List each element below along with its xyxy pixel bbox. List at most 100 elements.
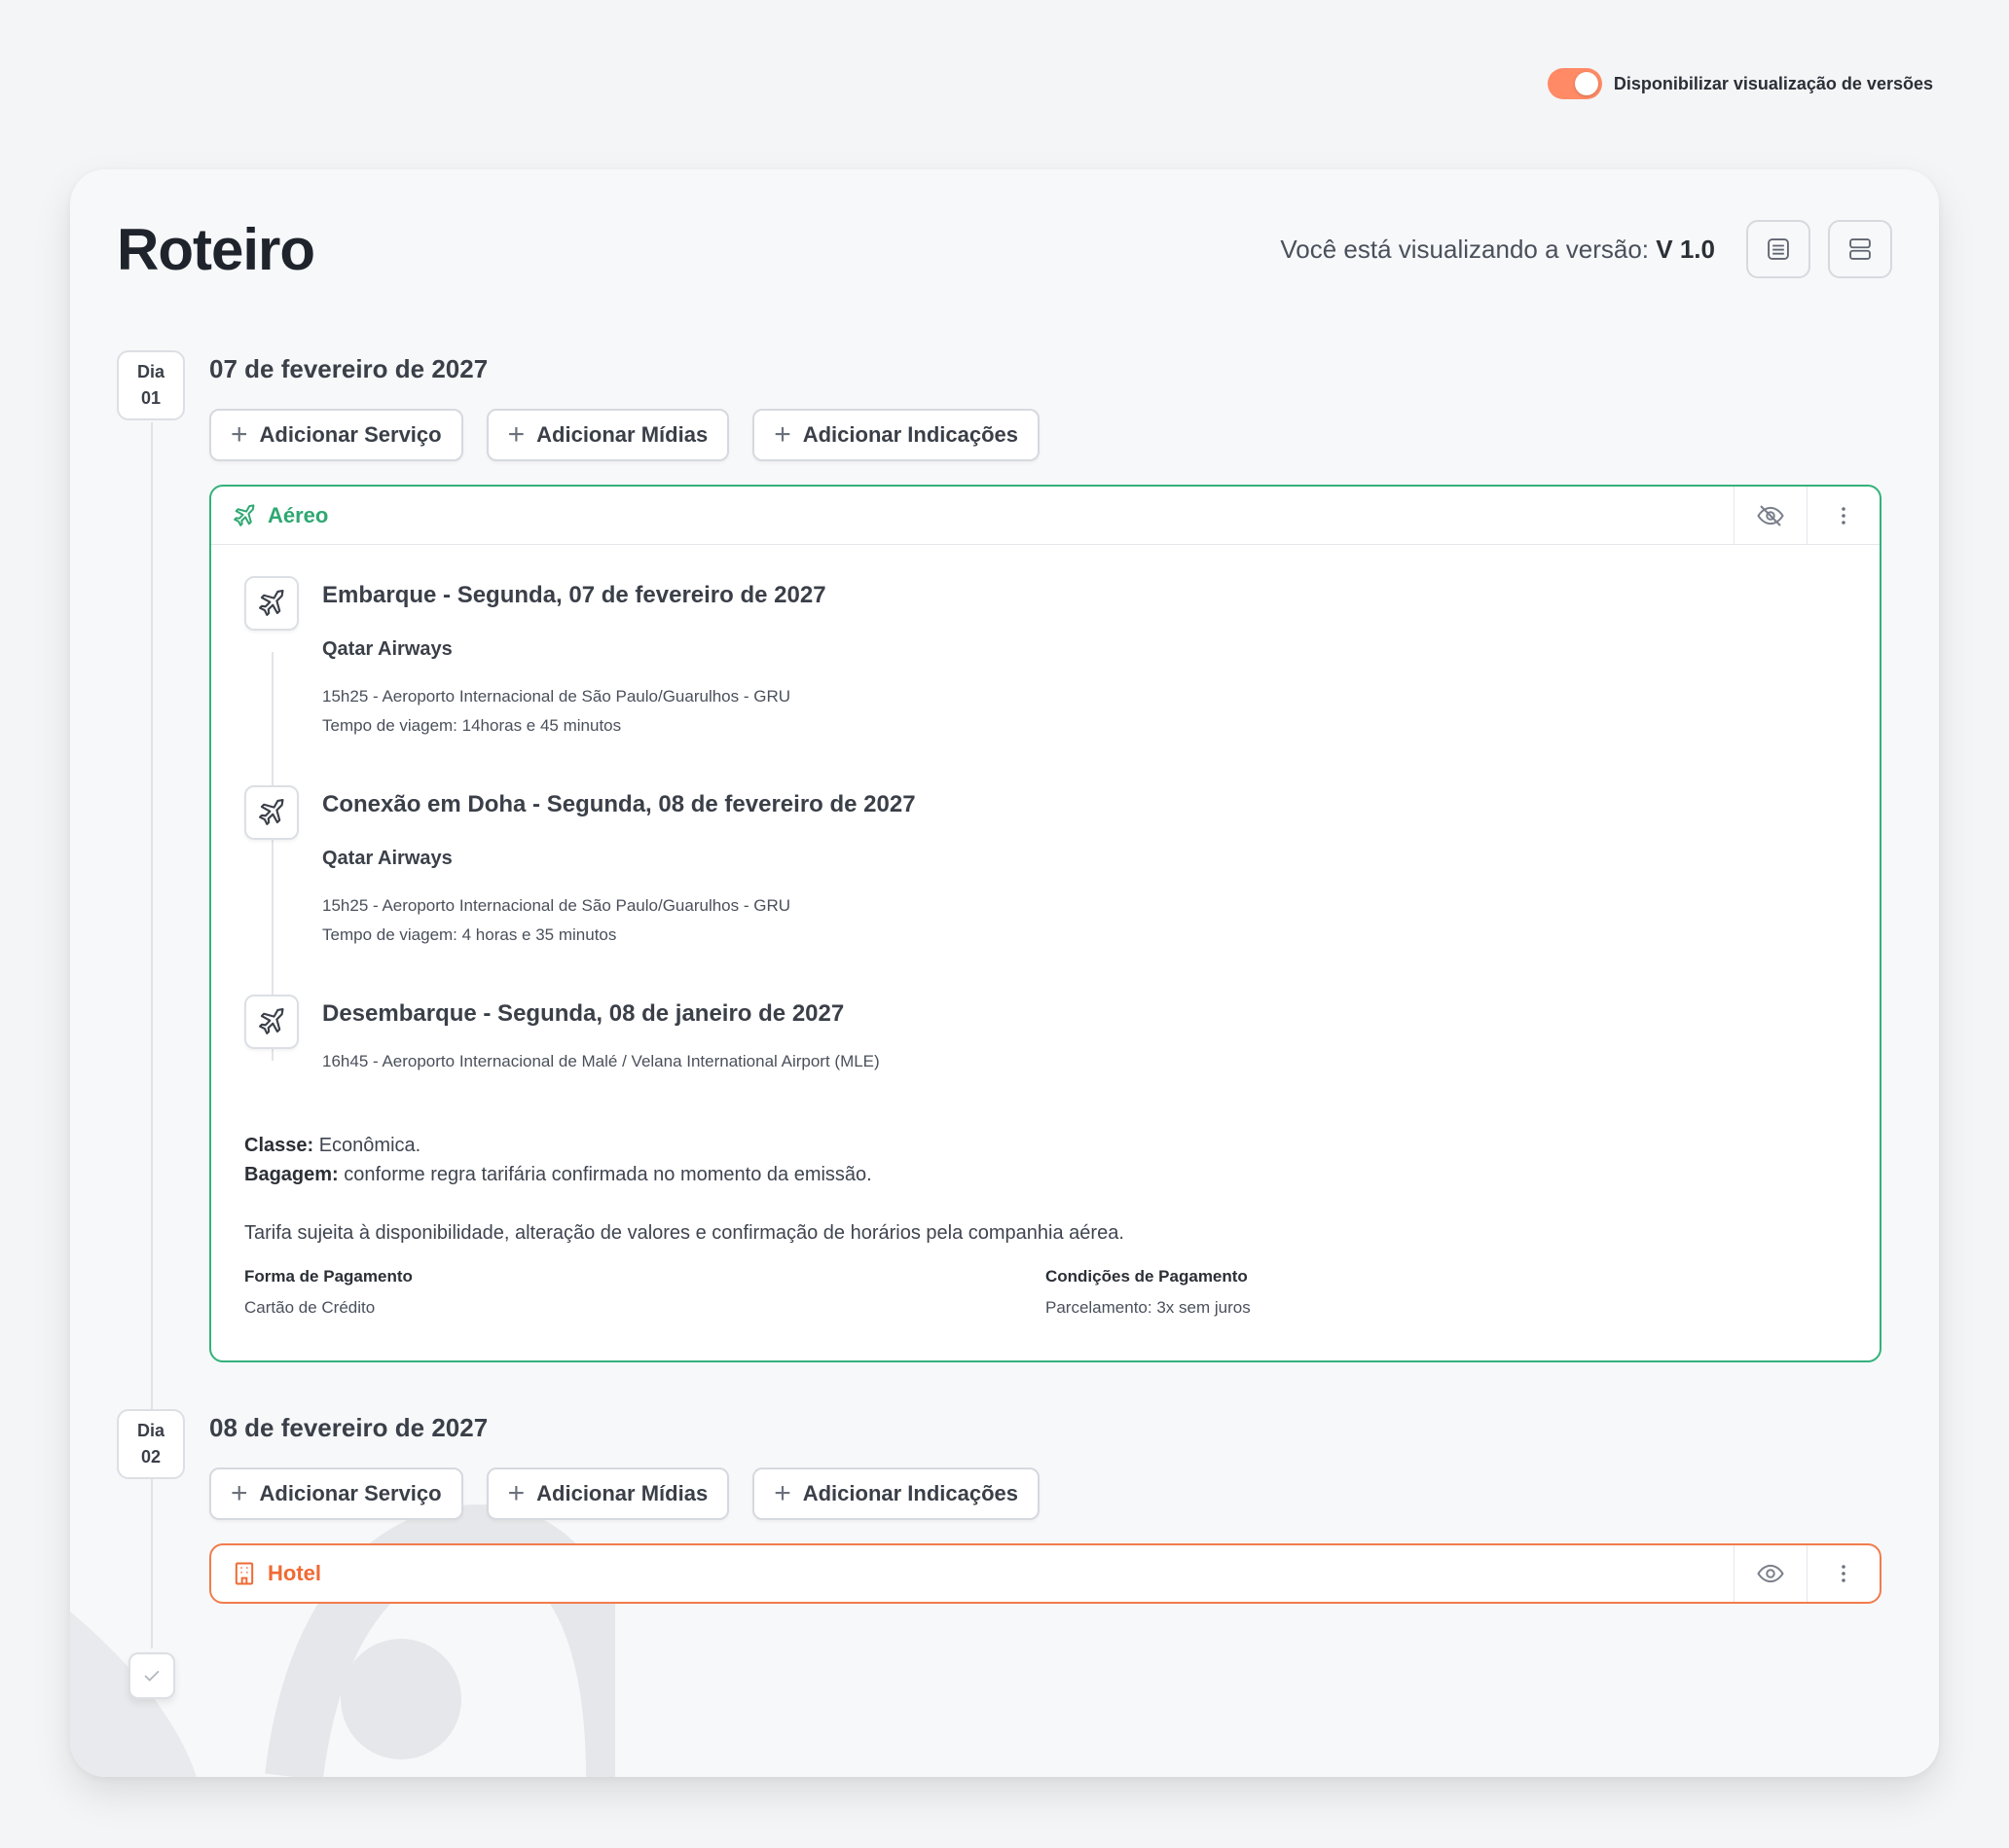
plus-icon: + (507, 418, 526, 451)
airplane-icon (259, 590, 284, 616)
segment-details: 16h45 - Aeroporto Internacional de Malé … (322, 1047, 880, 1076)
show-service-button[interactable] (1734, 1545, 1807, 1602)
day-number: 01 (140, 388, 162, 408)
flight-segments: Embarque - Segunda, 07 de fevereiro de 2… (211, 545, 1880, 1076)
plus-icon: + (507, 1477, 526, 1509)
list-view-button[interactable] (1746, 220, 1810, 278)
day-date: 07 de fevereiro de 2027 (209, 354, 489, 383)
segment-icon-box (244, 995, 299, 1049)
more-vertical-icon (1842, 1565, 1845, 1582)
timeline-end-check-button[interactable] (128, 1652, 175, 1699)
stacked-view-button[interactable] (1828, 220, 1892, 278)
service-header: Aéreo (211, 487, 1880, 545)
check-icon (144, 1670, 160, 1682)
add-indications-label: Adicionar Indicações (802, 1481, 1019, 1505)
flight-notes: Classe: Econômica. Bagagem: conforme reg… (211, 1131, 1880, 1248)
hide-service-button[interactable] (1734, 487, 1807, 544)
add-media-button[interactable]: + Adicionar Mídias (486, 1468, 730, 1520)
flight-segment: Embarque - Segunda, 07 de fevereiro de 2… (244, 576, 1846, 741)
add-service-label: Adicionar Serviço (259, 422, 442, 447)
day-badge: Dia 01 (117, 350, 185, 420)
building-icon (235, 1562, 254, 1585)
class-info: Classe: Econômica. (244, 1131, 1846, 1160)
service-title[interactable]: Aéreo (211, 502, 1734, 529)
fare-note: Tarifa sujeita à disponibilidade, altera… (244, 1222, 1124, 1244)
flight-segment: Conexão em Doha - Segunda, 08 de feverei… (244, 785, 1846, 950)
flight-segment: Desembarque - Segunda, 08 de janeiro de … (244, 995, 1846, 1076)
segment-details: 15h25 - Aeroporto Internacional de São P… (322, 891, 916, 950)
service-header: Hotel (211, 1545, 1880, 1602)
segment-arrival: 16h45 - Aeroporto Internacional de Malé … (322, 1052, 880, 1070)
day-label: Dia (136, 1421, 164, 1440)
airplane-icon (259, 1008, 284, 1034)
add-media-button[interactable]: + Adicionar Mídias (486, 409, 730, 461)
add-service-button[interactable]: + Adicionar Serviço (209, 409, 463, 461)
more-options-button[interactable] (1807, 1545, 1880, 1602)
segment-duration: Tempo de viagem: 14horas e 45 minutos (322, 716, 622, 735)
toggle-label: Disponibilizar visualização de versões (1613, 73, 1933, 93)
segment-body: Desembarque - Segunda, 08 de janeiro de … (322, 995, 880, 1076)
day-label: Dia (136, 362, 164, 381)
payment-terms: Condições de Pagamento Parcelamento: 3x … (1045, 1267, 1846, 1318)
plus-icon: + (774, 1477, 791, 1509)
segment-body: Conexão em Doha - Segunda, 08 de feverei… (322, 785, 916, 950)
day-actions: + Adicionar Serviço + Adicionar Mídias + Ad… (209, 1468, 1041, 1520)
segment-duration: Tempo de viagem: 4 horas e 35 minutos (322, 925, 617, 944)
class-value: Econômica. (318, 1135, 421, 1156)
day-number: 02 (140, 1447, 162, 1467)
service-type: Aéreo (268, 502, 329, 527)
plus-icon: + (231, 1477, 248, 1509)
payment-method-value: Cartão de Crédito (244, 1298, 376, 1317)
add-indications-button[interactable]: + Adicionar Indicações (752, 409, 1041, 461)
segment-title: Desembarque - Segunda, 08 de janeiro de … (322, 1000, 845, 1027)
day-actions: + Adicionar Serviço + Adicionar Mídias + Ad… (209, 409, 1041, 461)
toggle-switch[interactable] (1547, 68, 1602, 99)
segment-departure: 15h25 - Aeroporto Internacional de São P… (322, 896, 791, 915)
payment-terms-value: Parcelamento: 3x sem juros (1045, 1298, 1251, 1317)
segment-icon-box (244, 785, 299, 840)
segment-details: 15h25 - Aeroporto Internacional de São P… (322, 682, 826, 741)
service-title[interactable]: Hotel (211, 1560, 1734, 1587)
add-service-button[interactable]: + Adicionar Serviço (209, 1468, 463, 1520)
segment-icon-box (244, 576, 299, 631)
baggage-label: Bagagem: (244, 1164, 339, 1185)
plus-icon: + (774, 418, 791, 451)
day-date: 08 de fevereiro de 2027 (209, 1413, 489, 1442)
airplane-icon (234, 503, 255, 526)
baggage-info: Bagagem: conforme regra tarifária confir… (244, 1160, 1846, 1189)
payment-terms-label: Condições de Pagamento (1045, 1267, 1248, 1286)
hotel-service-card: Hotel (209, 1543, 1881, 1604)
eye-off-icon (1757, 504, 1784, 526)
add-indications-button[interactable]: + Adicionar Indicações (752, 1468, 1041, 1520)
itinerary-card: Roteiro Você está visualizando a versão:… (70, 169, 1939, 1777)
add-indications-label: Adicionar Indicações (802, 422, 1019, 447)
list-view-icon (1768, 238, 1789, 260)
segment-title: Conexão em Doha - Segunda, 08 de feverei… (322, 791, 916, 817)
segment-departure: 15h25 - Aeroporto Internacional de São P… (322, 687, 791, 706)
day-badge: Dia 02 (117, 1409, 185, 1479)
add-media-label: Adicionar Mídias (536, 422, 709, 447)
version-area: Você está visualizando a versão: V 1.0 (1280, 220, 1892, 278)
stacked-view-icon (1849, 238, 1871, 260)
eye-icon (1757, 1564, 1784, 1583)
add-service-label: Adicionar Serviço (259, 1481, 442, 1505)
add-media-label: Adicionar Mídias (536, 1481, 709, 1505)
class-label: Classe: (244, 1135, 314, 1156)
payment-method-label: Forma de Pagamento (244, 1267, 413, 1286)
version-visibility-toggle[interactable]: Disponibilizar visualização de versões (1547, 68, 1933, 99)
segment-title: Embarque - Segunda, 07 de fevereiro de 2… (322, 582, 826, 608)
segment-airline: Qatar Airways (322, 638, 453, 660)
segment-body: Embarque - Segunda, 07 de fevereiro de 2… (322, 576, 826, 741)
more-options-button[interactable] (1807, 487, 1880, 544)
airplane-icon (259, 799, 284, 825)
service-type: Hotel (268, 1561, 321, 1585)
segment-airline: Qatar Airways (322, 848, 453, 869)
plus-icon: + (231, 418, 248, 451)
baggage-value: conforme regra tarifária confirmada no m… (344, 1164, 872, 1185)
payment-info: Forma de Pagamento Cartão de Crédito Con… (211, 1267, 1880, 1318)
more-vertical-icon (1842, 506, 1845, 525)
payment-method: Forma de Pagamento Cartão de Crédito (244, 1267, 1045, 1318)
page-title: Roteiro (117, 217, 315, 282)
version-info: Você está visualizando a versão: V 1.0 (1280, 235, 1715, 265)
version-prefix: Você está visualizando a versão: (1280, 234, 1650, 264)
